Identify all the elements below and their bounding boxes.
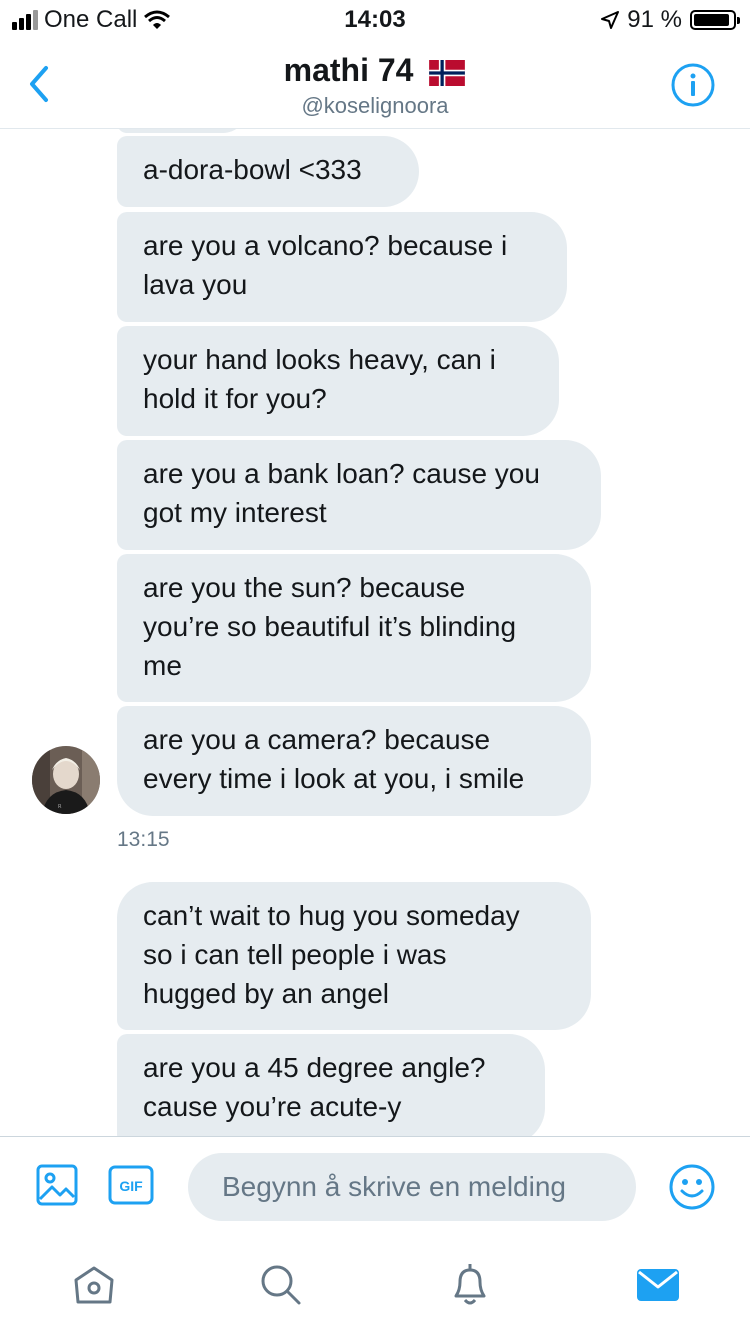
message-bubble[interactable]: are you a 45 degree angle? cause you’re … [117, 1034, 545, 1136]
contact-handle: @koselignoora [301, 93, 449, 118]
message-bubble[interactable]: a-dora-bowl <333 [117, 136, 419, 207]
svg-text:R: R [58, 804, 62, 810]
conversation-title[interactable]: mathi 74 [0, 52, 750, 89]
message-input[interactable]: Begynn å skrive en melding [188, 1153, 636, 1221]
norway-flag-icon [429, 59, 466, 86]
gif-icon[interactable]: GIF [108, 1163, 154, 1207]
location-arrow-icon [601, 11, 620, 29]
message-bubble[interactable]: can’t wait to hug you someday so i can t… [117, 882, 591, 1030]
message-bubble[interactable]: are you a volcano? because i lava you [117, 212, 567, 322]
info-circle-icon[interactable] [670, 62, 716, 108]
message-timestamp: 13:15 [117, 828, 170, 851]
contact-name: mathi 74 [283, 52, 414, 88]
battery-icon [690, 10, 740, 30]
bell-icon[interactable] [446, 1260, 494, 1308]
message-bubble[interactable]: are you a bank loan? cause you got my in… [117, 440, 601, 550]
status-bar: One Call 14:03 91 % [0, 0, 750, 40]
svg-text:GIF: GIF [119, 1178, 143, 1194]
avatar[interactable]: R [32, 746, 100, 814]
home-icon[interactable] [70, 1260, 118, 1308]
conversation-header: mathi 74 @koselignoora [0, 40, 750, 129]
message-bubble-partial [117, 129, 247, 133]
message-thread[interactable]: a-dora-bowl <333 are you a volcano? beca… [0, 129, 750, 1136]
message-composer: GIF Begynn å skrive en melding [0, 1136, 750, 1237]
message-bubble[interactable]: are you the sun? because you’re so beaut… [117, 554, 591, 702]
envelope-icon[interactable] [634, 1260, 682, 1308]
message-bubble[interactable]: are you a camera? because every time i l… [117, 706, 591, 816]
tab-bar [0, 1236, 750, 1334]
image-icon[interactable] [36, 1163, 78, 1207]
emoji-icon[interactable] [668, 1163, 716, 1211]
battery-fill [694, 14, 729, 26]
message-bubble[interactable]: your hand looks heavy, can i hold it for… [117, 326, 559, 436]
search-icon[interactable] [256, 1260, 304, 1308]
battery-percent: 91 % [627, 6, 682, 33]
